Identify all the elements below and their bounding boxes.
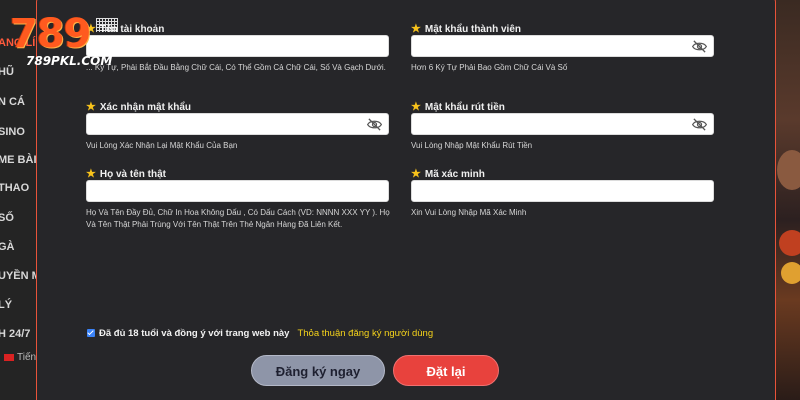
agreement-row: Đã đủ 18 tuổi và đồng ý với trang web nà… <box>87 328 433 339</box>
star-icon: ★ <box>411 23 421 35</box>
register-button[interactable]: Đăng ký ngay <box>251 355 385 386</box>
reset-button[interactable]: Đặt lại <box>393 355 499 386</box>
sidebar-item[interactable]: LÝ <box>0 299 12 311</box>
sidebar-item[interactable]: THAO <box>0 182 29 194</box>
star-icon: ★ <box>411 101 421 113</box>
background-banner <box>775 0 800 400</box>
withdraw-password-input[interactable] <box>411 113 714 135</box>
full-name-hint: Họ Và Tên Đầy Đủ, Chữ In Hoa Không Dấu ,… <box>86 208 390 229</box>
agreement-text: Đã đủ 18 tuổi và đồng ý với trang web nà… <box>99 328 290 339</box>
verify-code-label: ★ Mã xác minh <box>411 168 485 180</box>
confirm-password-input[interactable] <box>86 113 389 135</box>
logo-brand: 789 <box>10 11 91 57</box>
logo[interactable]: 789 789PKL.COM <box>10 12 140 72</box>
sidebar-item[interactable]: SỐ <box>0 212 14 224</box>
language-label: Tiếng V <box>17 352 36 363</box>
star-icon: ★ <box>86 168 96 180</box>
logo-dice-icon <box>96 18 118 32</box>
sidebar-item[interactable]: ME BÀI 3 <box>0 154 36 166</box>
sidebar-item[interactable]: GÀ <box>0 241 15 253</box>
screen: ANG LÍ HŨ N CÁ SINO ME BÀI 3 THAO SỐ GÀ … <box>0 0 800 400</box>
password-label: ★ Mật khẩu thành viên <box>411 23 521 35</box>
confirm-password-label: ★ Xác nhận mật khẩu <box>86 101 192 113</box>
sidebar-item[interactable]: UYỀN MÃ <box>0 270 36 282</box>
terms-link[interactable]: Thỏa thuận đăng ký người dùng <box>297 328 433 339</box>
checkbox-icon[interactable] <box>87 329 95 337</box>
register-modal: ★ Tên tài khoản ... Ký Tự, Phải Bắt Đầu B… <box>36 0 776 400</box>
password-hint: Hơn 6 Ký Tự Phải Bao Gồm Chữ Cái Và Số <box>411 63 568 72</box>
eye-slash-icon[interactable] <box>367 118 382 131</box>
sidebar-item[interactable]: N CÁ <box>0 96 25 108</box>
logo-site: 789PKL.COM <box>26 54 113 68</box>
verify-code-hint: Xin Vui Lòng Nhập Mã Xác Minh <box>411 208 527 217</box>
language-selector[interactable]: Tiếng V <box>4 352 36 363</box>
sidebar-item[interactable]: H 24/7 <box>0 328 30 340</box>
flag-icon <box>4 353 14 361</box>
full-name-label: ★ Họ và tên thật <box>86 168 166 180</box>
full-name-input[interactable] <box>86 180 389 202</box>
eye-slash-icon[interactable] <box>692 118 707 131</box>
withdraw-password-hint: Vui Lòng Nhập Mật Khẩu Rút Tiền <box>411 141 533 150</box>
eye-slash-icon[interactable] <box>692 40 707 53</box>
star-icon: ★ <box>86 101 96 113</box>
password-input[interactable] <box>411 35 714 57</box>
withdraw-password-label: ★ Mật khẩu rút tiền <box>411 101 505 113</box>
sidebar-item[interactable]: SINO <box>0 126 25 138</box>
star-icon: ★ <box>411 168 421 180</box>
verify-code-input[interactable] <box>411 180 714 202</box>
confirm-password-hint: Vui Lòng Xác Nhận Lại Mật Khẩu Của Bạn <box>86 141 238 150</box>
